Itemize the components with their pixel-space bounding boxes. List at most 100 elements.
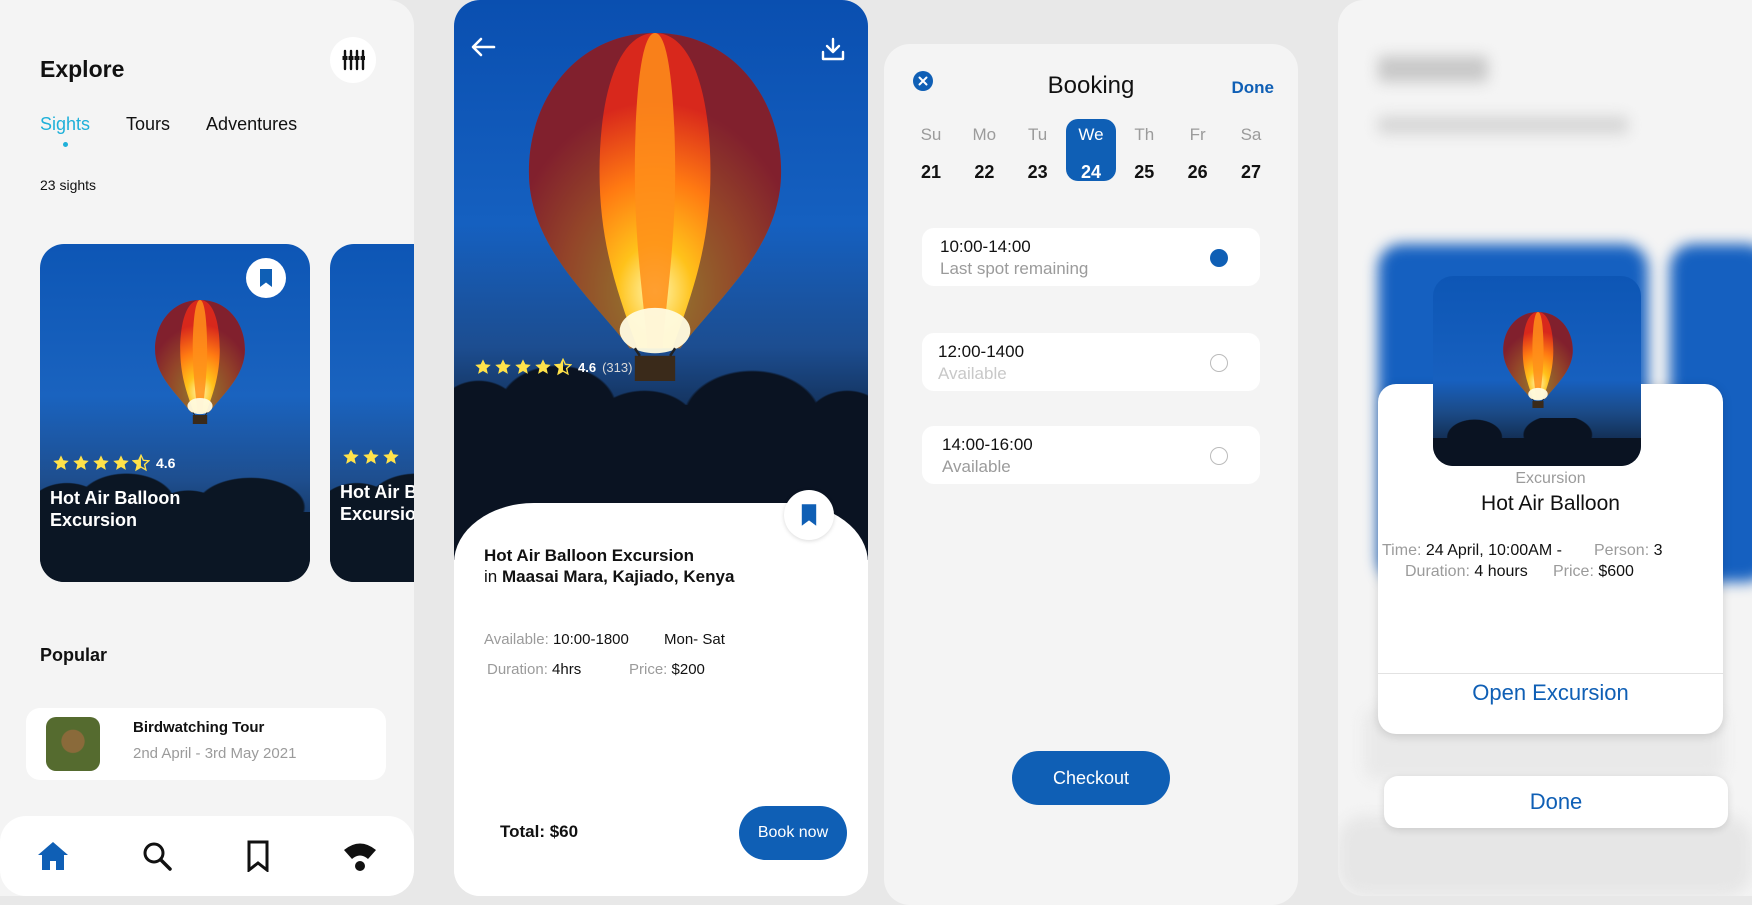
divider xyxy=(1378,673,1723,674)
day-tu[interactable]: Tu 23 xyxy=(1013,119,1063,182)
star-icon xyxy=(495,359,511,374)
star-icon xyxy=(383,449,399,464)
filter-button[interactable] xyxy=(330,37,376,83)
page-title: Explore xyxy=(40,56,125,82)
day-date: 27 xyxy=(1240,162,1261,182)
person-info: Person: 3 xyxy=(1594,542,1663,560)
sight-card[interactable]: Hot Air Balloon Excursion xyxy=(330,244,414,582)
star-icon xyxy=(343,449,359,464)
day-name: Su xyxy=(920,125,942,144)
day-name: Sa xyxy=(1240,125,1262,144)
location-name: Maasai Mara, Kajiado, Kenya xyxy=(501,567,735,586)
back-arrow-icon[interactable] xyxy=(470,36,496,58)
slot-radio[interactable] xyxy=(1210,249,1228,267)
tab-sights[interactable]: Sights xyxy=(40,114,90,147)
bookmark-icon xyxy=(801,504,817,526)
duration-info: Duration: 4hrs xyxy=(487,661,581,678)
slot-status: Available xyxy=(938,364,1007,383)
duration-value: 4hrs xyxy=(552,661,582,678)
slot-status: Available xyxy=(942,457,1011,476)
sight-card[interactable]: 4.6 Hot Air Balloon Excursion xyxy=(40,244,310,582)
book-now-button[interactable]: Book now xyxy=(739,806,847,860)
filter-icon xyxy=(342,49,365,71)
bookmark-button[interactable] xyxy=(784,490,834,540)
days-info: Mon- Sat xyxy=(664,631,725,648)
download-icon[interactable] xyxy=(820,36,846,62)
price-info: Price: $600 xyxy=(1553,563,1634,581)
duration-label: Duration: xyxy=(1405,563,1470,580)
day-date: 23 xyxy=(1027,162,1048,182)
balloon-image xyxy=(155,300,245,424)
tab-adventures[interactable]: Adventures xyxy=(206,114,297,135)
rating-count: (313) xyxy=(602,359,633,375)
star-icon xyxy=(113,455,129,470)
available-info: Available: 10:00-1800 xyxy=(484,631,629,648)
card-title: Hot Air Balloon Excursion xyxy=(50,488,181,530)
duration-value: 4 hours xyxy=(1474,563,1528,580)
day-name: We xyxy=(1078,125,1104,144)
date-picker: Su 21 Mo 22 Tu 23 We 24 Th 25 Fr 26 Sa 27 xyxy=(906,119,1276,182)
slot-time: 10:00-14:00 xyxy=(940,237,1031,256)
open-excursion-button[interactable]: Open Excursion xyxy=(1378,680,1723,706)
rating: 4.6 xyxy=(52,454,175,472)
section-heading: Popular xyxy=(40,645,108,665)
excursion-location: in Maasai Mara, Kajiado, Kenya xyxy=(484,567,734,587)
list-item-title: Birdwatching Tour xyxy=(133,719,265,736)
slot-status: Last spot remaining xyxy=(940,259,1089,278)
rating-value: 4.6 xyxy=(578,359,597,375)
star-icon xyxy=(535,359,551,374)
checkout-button[interactable]: Checkout xyxy=(1012,751,1170,805)
balloon-image xyxy=(1503,312,1573,408)
slot-radio[interactable] xyxy=(1210,354,1228,372)
price-label: Price: xyxy=(1553,563,1594,580)
home-icon[interactable] xyxy=(36,840,70,872)
wifi-icon[interactable] xyxy=(342,840,378,872)
bookmark-icon xyxy=(260,269,272,287)
time-slot[interactable]: 14:00-16:00 Available xyxy=(922,426,1260,484)
search-icon[interactable] xyxy=(141,840,173,872)
star-icon xyxy=(93,455,109,470)
bookmark-button[interactable] xyxy=(246,258,286,298)
list-item-dates: 2nd April - 3rd May 2021 xyxy=(133,745,297,762)
slot-radio[interactable] xyxy=(1210,447,1228,465)
done-button[interactable]: Done xyxy=(1384,776,1728,828)
available-label: Available: xyxy=(484,631,549,648)
hero-image xyxy=(454,0,868,560)
confirmation-screen: Excursion Hot Air Balloon Time: 24 April… xyxy=(1338,0,1752,896)
bookmark-icon[interactable] xyxy=(245,840,271,872)
price-info: Price: $200 xyxy=(629,661,705,678)
person-value: 3 xyxy=(1653,542,1663,559)
price-value: $600 xyxy=(1598,563,1634,580)
day-su[interactable]: Su 21 xyxy=(906,119,956,182)
booking-name: Hot Air Balloon xyxy=(1481,492,1620,515)
slot-time: 12:00-1400 xyxy=(938,342,1025,361)
day-mo[interactable]: Mo 22 xyxy=(959,119,1009,182)
star-icon xyxy=(53,455,69,470)
day-name: Th xyxy=(1134,125,1155,144)
day-fr[interactable]: Fr 26 xyxy=(1173,119,1223,182)
balloon-image xyxy=(527,33,783,381)
rating-value: 4.6 xyxy=(156,455,176,471)
detail-screen: 4.6 (313) Hot Air Balloon Excursion in M… xyxy=(454,0,868,896)
time-slot[interactable]: 12:00-1400 Available xyxy=(922,333,1260,391)
time-label: Time: xyxy=(1382,542,1422,559)
time-slot[interactable]: 10:00-14:00 Last spot remaining xyxy=(922,228,1260,286)
duration-label: Duration: xyxy=(487,661,548,678)
half-star-icon xyxy=(132,454,150,471)
done-button[interactable]: Done xyxy=(1232,78,1275,98)
tab-tours[interactable]: Tours xyxy=(126,114,170,135)
day-name: Fr xyxy=(1189,125,1206,144)
day-date: 25 xyxy=(1134,162,1155,182)
bottom-nav xyxy=(0,816,414,896)
excursion-title: Hot Air Balloon Excursion xyxy=(484,546,695,565)
day-sa[interactable]: Sa 27 xyxy=(1226,119,1276,182)
day-th[interactable]: Th 25 xyxy=(1119,119,1169,182)
list-item[interactable]: Birdwatching Tour 2nd April - 3rd May 20… xyxy=(26,708,386,780)
day-date: 26 xyxy=(1187,162,1208,182)
rating: 4.6 (313) xyxy=(474,358,632,376)
star-icon xyxy=(475,359,491,374)
card-title: Hot Air Balloon Excursion xyxy=(340,482,414,524)
day-name: Tu xyxy=(1028,125,1048,144)
day-we[interactable]: We 24 xyxy=(1065,119,1116,182)
star-icon xyxy=(363,449,379,464)
